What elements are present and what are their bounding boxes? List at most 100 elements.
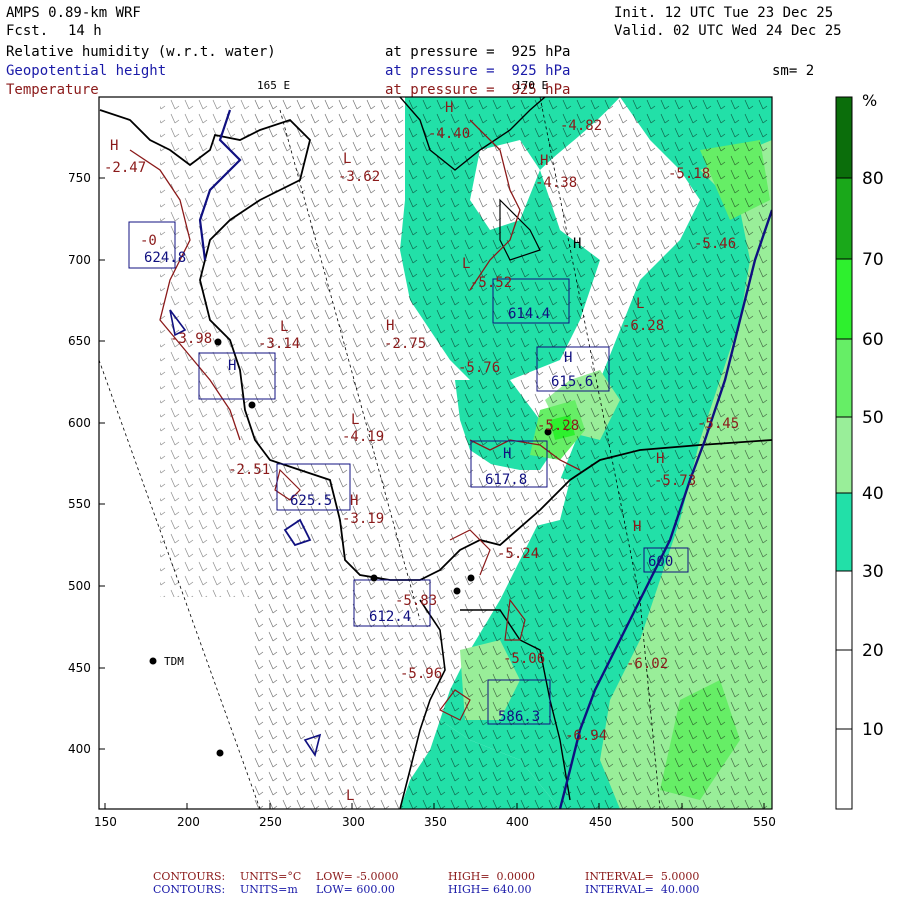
colorbar: % 80 70 60 50 40 30 20 10 [835, 91, 884, 810]
height-label: 615.6 [551, 374, 593, 390]
temp-label: -5.45 [697, 416, 739, 432]
station-dot [467, 574, 475, 582]
colorbar-tick: 20 [862, 641, 884, 661]
temp-label: -5.28 [537, 418, 579, 434]
temp-label: -2.75 [384, 336, 426, 352]
temp-label: -3.98 [170, 331, 212, 347]
temp-contour-label: CONTOURS: [153, 870, 226, 883]
height-label: 612.4 [369, 609, 411, 625]
temp-label: -4.19 [342, 429, 384, 445]
x-tick-label: 350 [424, 815, 447, 829]
temp-label: -6.28 [622, 318, 664, 334]
height-label: 617.8 [485, 472, 527, 488]
y-tick-label: 450 [68, 661, 91, 675]
x-tick-label: 250 [259, 815, 282, 829]
colorbar-unit: % [862, 91, 877, 110]
colorbar-tick: 10 [862, 720, 884, 740]
high-marker: H [110, 138, 118, 154]
wind-barbs-west [160, 97, 250, 597]
height-label: 624.8 [144, 250, 186, 266]
station-tdm-dot [149, 657, 157, 665]
temp-contour-low: LOW= -5.0000 [316, 870, 399, 883]
y-tick-label: 650 [68, 334, 91, 348]
colorbar-tick: 60 [862, 330, 884, 350]
height-label: 600 [648, 554, 673, 570]
temp-label: -5.18 [668, 166, 710, 182]
colorbar-tick: 50 [862, 408, 884, 428]
station-dot [214, 338, 222, 346]
high-marker: H [445, 100, 453, 116]
map-canvas: TDM -2.47 -0 -4.40 -4.82 -3.62 -4.38 -5.… [68, 91, 884, 829]
temp-label: -4.40 [428, 126, 470, 142]
high-marker: H [350, 493, 358, 509]
colorbar-tick: 70 [862, 250, 884, 270]
temp-label: -2.51 [228, 462, 270, 478]
temp-label: -6.94 [565, 728, 607, 744]
y-tick-label: 600 [68, 416, 91, 430]
temp-label: -2.47 [104, 160, 146, 176]
colorbar-segment-50 [836, 339, 852, 417]
x-tick-label: 500 [671, 815, 694, 829]
x-tick-label: 150 [94, 815, 117, 829]
x-tick-label: 200 [177, 815, 200, 829]
low-marker: L [636, 296, 644, 312]
temp-label: -5.83 [395, 593, 437, 609]
x-tick-label: 400 [506, 815, 529, 829]
temp-label: -4.82 [560, 118, 602, 134]
colorbar-segment-30 [836, 493, 852, 571]
low-marker: L [343, 151, 351, 167]
low-marker: L [346, 788, 354, 804]
height-contour-units: UNITS=m [240, 883, 298, 896]
colorbar-segment-low [836, 571, 852, 809]
temp-label: -5.06 [503, 651, 545, 667]
station-dot [370, 574, 378, 582]
x-tick-label: 300 [342, 815, 365, 829]
temp-contour-interval: INTERVAL= 5.0000 [585, 870, 700, 883]
temp-contour-high: HIGH= 0.0000 [448, 870, 536, 883]
temp-label: -5.24 [497, 546, 539, 562]
temp-label: -4.38 [535, 175, 577, 191]
high-marker: H [540, 153, 548, 169]
height-label: 586.3 [498, 709, 540, 725]
station-dot [248, 401, 256, 409]
high-marker: H [573, 236, 581, 252]
temp-label: -5.52 [470, 275, 512, 291]
high-marker: H [564, 350, 572, 366]
y-tick-label: 550 [68, 497, 91, 511]
colorbar-tick: 30 [862, 562, 884, 582]
station-dot [453, 587, 461, 595]
low-marker: L [351, 412, 359, 428]
low-marker: L [280, 319, 288, 335]
height-contour-label: CONTOURS: [153, 883, 226, 896]
temp-label: -0 [140, 233, 157, 249]
station-dot [216, 749, 224, 757]
height-contour-high: HIGH= 640.00 [448, 883, 532, 896]
y-tick-label: 700 [68, 253, 91, 267]
y-tick-label: 400 [68, 742, 91, 756]
station-label-tdm: TDM [164, 655, 184, 668]
temp-label: -6.02 [626, 656, 668, 672]
height-contour-low: LOW= 600.00 [316, 883, 395, 896]
temp-label: -3.14 [258, 336, 300, 352]
temp-label: -5.73 [654, 473, 696, 489]
colorbar-segment-70 [836, 178, 852, 259]
colorbar-segment-60 [836, 259, 852, 339]
height-contour-interval: INTERVAL= 40.000 [585, 883, 700, 896]
temp-label: -3.19 [342, 511, 384, 527]
temp-label: -5.46 [694, 236, 736, 252]
colorbar-segment-80 [836, 97, 852, 178]
height-label: 614.4 [508, 306, 550, 322]
low-marker: L [462, 256, 470, 272]
x-tick-label: 450 [589, 815, 612, 829]
temp-contour-units: UNITS=°C [240, 870, 302, 883]
high-marker: H [228, 358, 236, 374]
colorbar-tick: 80 [862, 169, 884, 189]
y-tick-label: 750 [68, 171, 91, 185]
y-tick-label: 500 [68, 579, 91, 593]
high-marker: H [386, 318, 394, 334]
high-marker: H [633, 519, 641, 535]
colorbar-tick: 40 [862, 484, 884, 504]
height-label: 625.5 [290, 493, 332, 509]
high-marker: H [656, 451, 664, 467]
temp-label: -5.76 [458, 360, 500, 376]
